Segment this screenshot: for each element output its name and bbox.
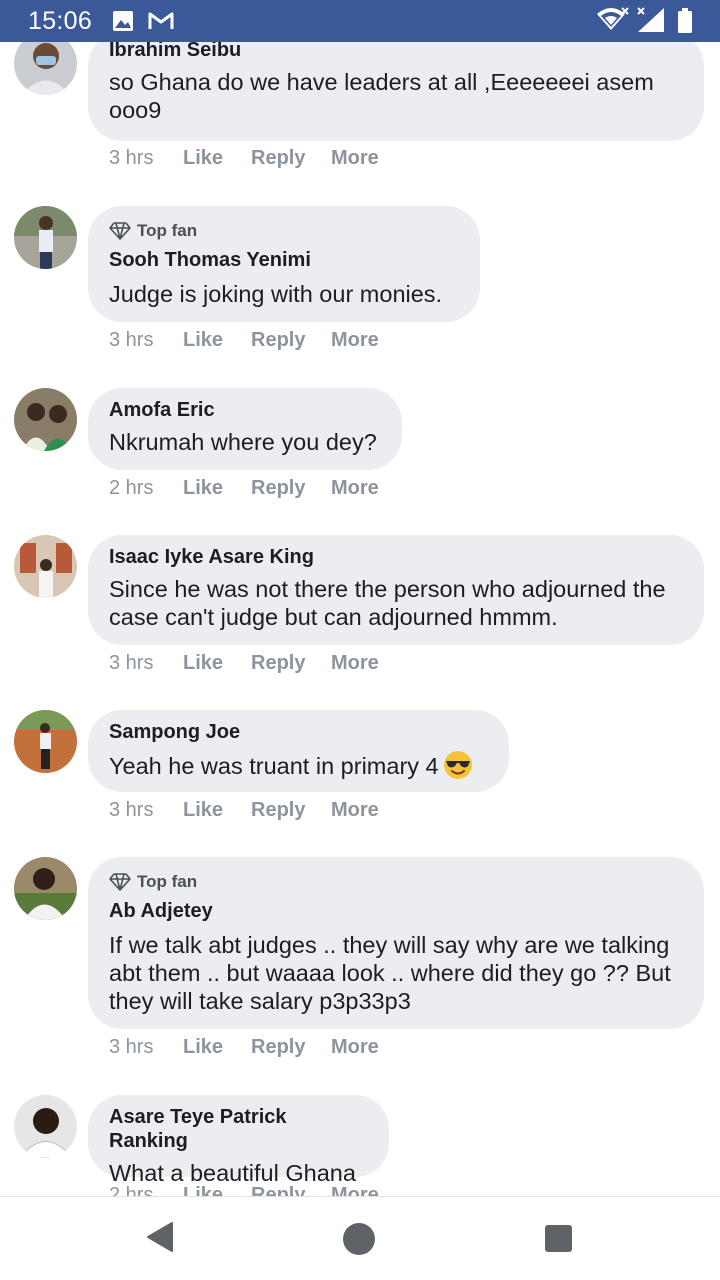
comment-bubble[interactable]: Top fan Sooh Thomas Yenimi Judge is joki… [88, 206, 480, 322]
like-button[interactable]: Like [183, 652, 251, 675]
avatar-image [14, 857, 77, 920]
signal-icon [637, 7, 664, 32]
more-button[interactable]: More [331, 477, 379, 500]
reply-button[interactable]: Reply [251, 1036, 331, 1059]
comment-text: If we talk abt judges .. they will say w… [109, 932, 671, 1014]
status-bar: 15:06 [0, 0, 720, 42]
reply-button[interactable]: Reply [251, 799, 331, 822]
top-fan-label: Top fan [137, 872, 198, 891]
avatar[interactable] [14, 857, 77, 920]
comment-actions: 2 hrs Like Reply More [109, 477, 379, 500]
top-fan-badge: Top fan [109, 220, 458, 242]
battery-icon [678, 8, 692, 33]
more-button[interactable]: More [331, 1184, 379, 1196]
comment-bubble[interactable]: Amofa Eric Nkrumah where you dey? [88, 388, 402, 470]
recents-icon[interactable] [545, 1225, 572, 1252]
status-time: 15:06 [28, 7, 93, 35]
comment-actions: 3 hrs Like Reply More [109, 1036, 379, 1059]
comment-text: so Ghana do we have leaders at all ,Eeee… [109, 69, 654, 123]
avatar[interactable] [14, 710, 77, 773]
like-button[interactable]: Like [183, 147, 251, 170]
top-fan-badge: Top fan [109, 871, 682, 893]
navigation-bar [0, 1196, 720, 1280]
reply-button[interactable]: Reply [251, 329, 331, 352]
image-icon [113, 11, 133, 31]
avatar[interactable] [14, 388, 77, 451]
wifi-icon [597, 7, 629, 30]
comment-actions: 3 hrs Like Reply More [109, 652, 379, 675]
comment-author[interactable]: Sampong Joe [109, 720, 487, 744]
more-button[interactable]: More [331, 147, 379, 170]
comment-time[interactable]: 3 hrs [109, 147, 183, 170]
reply-button[interactable]: Reply [251, 147, 331, 170]
like-button[interactable]: Like [183, 1184, 251, 1196]
comment-time[interactable]: 2 hrs [109, 1184, 183, 1196]
reply-button[interactable]: Reply [251, 1184, 331, 1196]
comment-bubble[interactable]: Asare Teye Patrick Ranking What a beauti… [88, 1095, 389, 1186]
like-button[interactable]: Like [183, 329, 251, 352]
diamond-icon [109, 873, 131, 891]
avatar-image [14, 388, 77, 451]
more-button[interactable]: More [331, 652, 379, 675]
comment-actions: 2 hrs Like Reply More [109, 1184, 379, 1196]
diamond-icon [109, 222, 131, 240]
like-button[interactable]: Like [183, 1036, 251, 1059]
reply-button[interactable]: Reply [251, 652, 331, 675]
comment-bubble[interactable]: Ibrahim Seibu so Ghana do we have leader… [88, 42, 704, 141]
comment-bubble[interactable]: Top fan Ab Adjetey If we talk abt judges… [88, 857, 704, 1029]
comment-author[interactable]: Amofa Eric [109, 398, 380, 422]
comment-text: Judge is joking with our monies. [109, 281, 443, 307]
comment-text-body: Yeah he was truant in primary 4 [109, 753, 439, 779]
avatar[interactable] [14, 206, 77, 269]
comment-bubble[interactable]: Sampong Joe Yeah he was truant in primar… [88, 710, 509, 792]
avatar-image [14, 710, 77, 773]
back-icon[interactable] [146, 1221, 174, 1253]
comment-bubble[interactable]: Isaac Iyke Asare King Since he was not t… [88, 535, 704, 645]
comment-time[interactable]: 3 hrs [109, 652, 183, 675]
comment-author[interactable]: Isaac Iyke Asare King [109, 545, 682, 569]
avatar-image [14, 535, 77, 598]
like-button[interactable]: Like [183, 477, 251, 500]
comment-time[interactable]: 2 hrs [109, 477, 183, 500]
comment-author[interactable]: Sooh Thomas Yenimi [109, 248, 458, 272]
like-button[interactable]: Like [183, 799, 251, 822]
comment-actions: 3 hrs Like Reply More [109, 799, 379, 822]
comment-author[interactable]: Ab Adjetey [109, 899, 682, 923]
more-button[interactable]: More [331, 799, 379, 822]
avatar[interactable] [14, 535, 77, 598]
comment-actions: 3 hrs Like Reply More [109, 329, 379, 352]
comment-text: Nkrumah where you dey? [109, 429, 377, 455]
more-button[interactable]: More [331, 1036, 379, 1059]
comment-author[interactable]: Asare Teye Patrick Ranking [109, 1105, 367, 1153]
home-icon[interactable] [343, 1223, 375, 1255]
comment-text: What a beautiful Ghana [109, 1160, 356, 1186]
comment-author[interactable]: Ibrahim Seibu [109, 42, 682, 62]
avatar-image [14, 1095, 77, 1158]
sunglasses-emoji [443, 751, 472, 779]
avatar-image [14, 206, 77, 269]
comment-time[interactable]: 3 hrs [109, 1036, 183, 1059]
avatar[interactable] [14, 1095, 77, 1158]
more-button[interactable]: More [331, 329, 379, 352]
avatar-image [14, 42, 77, 95]
comment-time[interactable]: 3 hrs [109, 799, 183, 822]
gmail-icon [148, 12, 174, 29]
reply-button[interactable]: Reply [251, 477, 331, 500]
comment-actions: 3 hrs Like Reply More [109, 147, 379, 170]
comment-text: Since he was not there the person who ad… [109, 576, 666, 630]
comment-time[interactable]: 3 hrs [109, 329, 183, 352]
comment-text: Yeah he was truant in primary 4 [109, 750, 487, 780]
top-fan-label: Top fan [137, 221, 198, 240]
comment-list: Ibrahim Seibu so Ghana do we have leader… [0, 42, 720, 1196]
avatar[interactable] [14, 42, 77, 95]
